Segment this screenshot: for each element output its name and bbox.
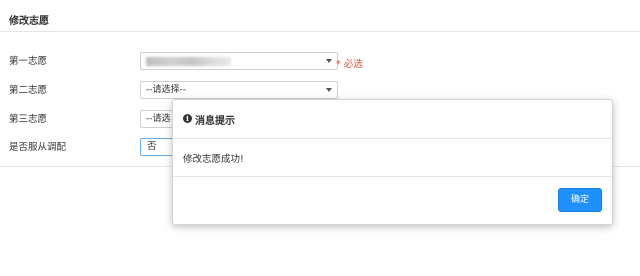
page-title: 修改志愿 — [9, 16, 49, 27]
second-choice-label: 第二志愿 — [9, 85, 48, 96]
message-dialog: i 消息提示 修改志愿成功! 确定 — [172, 99, 613, 225]
dialog-header: i 消息提示 — [173, 100, 612, 139]
dialog-title: 消息提示 — [195, 116, 235, 127]
info-circle-icon: i — [183, 114, 192, 123]
ok-button[interactable]: 确定 — [558, 188, 602, 212]
required-note: * 必选 — [336, 59, 363, 70]
dialog-message: 修改志愿成功! — [183, 154, 244, 165]
first-choice-blurred-value — [146, 57, 231, 66]
third-choice-label: 第三志愿 — [9, 114, 48, 125]
third-choice-value: --请选 — [146, 114, 171, 124]
chevron-down-icon — [326, 59, 332, 63]
title-divider — [0, 31, 640, 32]
first-choice-select[interactable] — [140, 52, 338, 70]
comply-adjustment-select[interactable]: 否 — [140, 138, 174, 156]
comply-adjustment-label: 是否服从调配 — [9, 142, 67, 153]
first-choice-label: 第一志愿 — [9, 56, 48, 67]
dialog-footer-divider — [173, 176, 612, 177]
second-choice-value: --请选择-- — [146, 85, 186, 95]
chevron-down-icon — [326, 88, 332, 92]
second-choice-select[interactable]: --请选择-- — [140, 81, 338, 99]
